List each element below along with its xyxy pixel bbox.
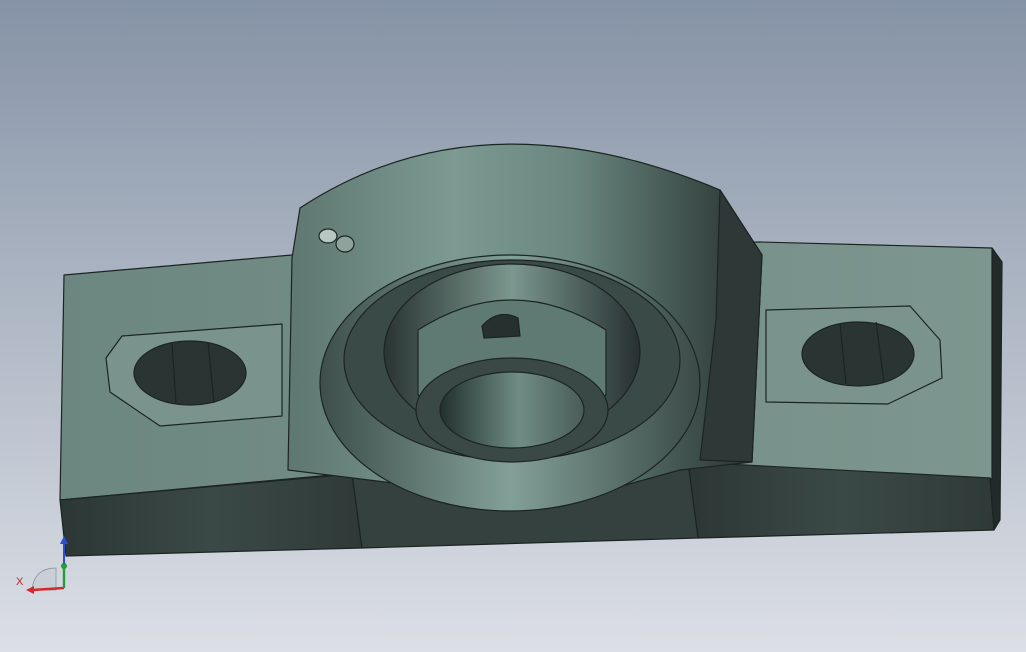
view-triad[interactable]: X — [12, 534, 76, 598]
base-right-side-face — [989, 247, 1003, 531]
right-mounting-slot — [801, 321, 915, 387]
triad-sphere — [31, 567, 57, 591]
z-axis-arrowhead — [60, 536, 68, 544]
left-mounting-slot — [133, 340, 247, 406]
x-axis-label: X — [16, 576, 24, 588]
triad-axes — [26, 536, 68, 594]
model-view[interactable] — [0, 0, 1026, 652]
shaft-bore — [439, 371, 585, 449]
x-axis-arrowhead — [26, 586, 34, 594]
graphics-viewport[interactable]: X — [0, 0, 1026, 652]
